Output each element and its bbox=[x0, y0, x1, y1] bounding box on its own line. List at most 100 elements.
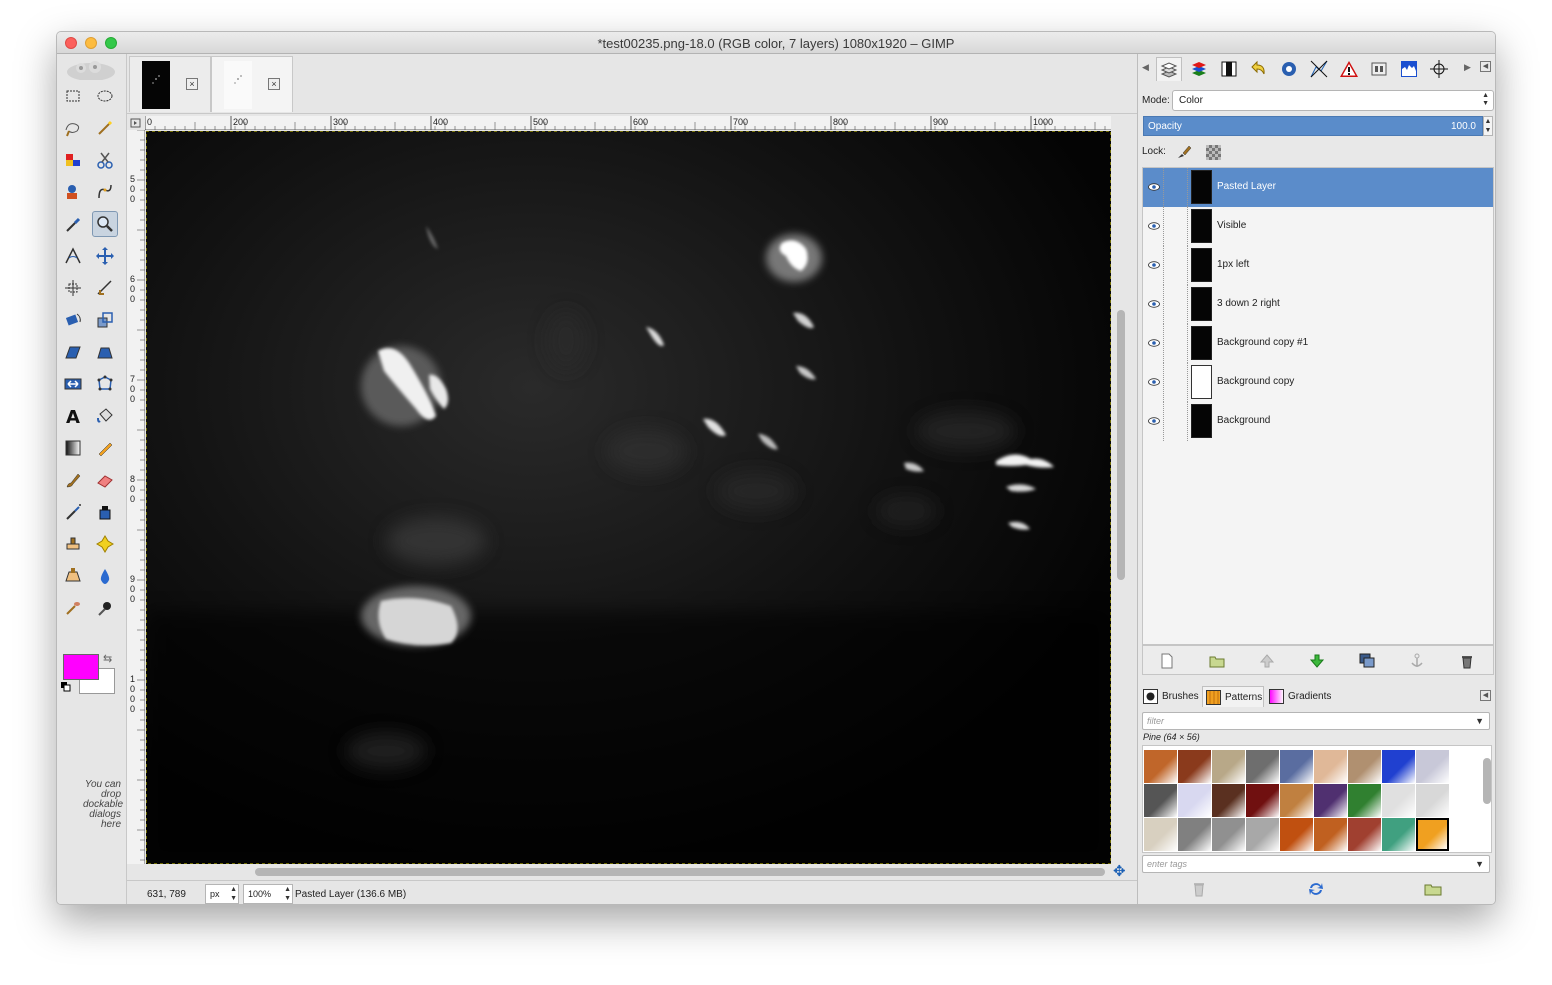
horizontal-scrollbar[interactable] bbox=[145, 866, 1111, 878]
pattern-swatch[interactable] bbox=[1348, 784, 1381, 817]
pattern-swatch[interactable] bbox=[1382, 818, 1415, 851]
lower-layer-button[interactable] bbox=[1307, 651, 1327, 671]
tab-pointer[interactable] bbox=[1276, 57, 1302, 81]
pattern-swatch[interactable] bbox=[1314, 818, 1347, 851]
flip-tool[interactable] bbox=[60, 371, 86, 397]
perspective-tool[interactable] bbox=[92, 339, 118, 365]
eye-icon[interactable] bbox=[1148, 261, 1160, 269]
pattern-swatch[interactable] bbox=[1280, 818, 1313, 851]
pattern-swatch[interactable] bbox=[1144, 784, 1177, 817]
pattern-swatch[interactable] bbox=[1212, 784, 1245, 817]
tab-menu-icon[interactable]: ◀ bbox=[1480, 690, 1491, 701]
eye-icon[interactable] bbox=[1148, 339, 1160, 347]
link-column[interactable] bbox=[1163, 246, 1164, 285]
link-column[interactable] bbox=[1163, 207, 1164, 246]
pattern-swatch[interactable] bbox=[1246, 784, 1279, 817]
pencil-tool[interactable] bbox=[92, 435, 118, 461]
close-tab-icon[interactable]: × bbox=[268, 78, 280, 90]
tab-device-status[interactable] bbox=[1366, 57, 1392, 81]
layer-row[interactable]: Background bbox=[1143, 402, 1493, 441]
pattern-swatch[interactable] bbox=[1246, 750, 1279, 783]
refresh-patterns-icon[interactable] bbox=[1307, 880, 1325, 898]
spin-arrows-icon[interactable]: ▲ ▼ bbox=[230, 885, 237, 903]
pattern-swatch[interactable] bbox=[1280, 750, 1313, 783]
pattern-swatch[interactable] bbox=[1382, 750, 1415, 783]
scroll-thumb[interactable] bbox=[1117, 310, 1125, 580]
lock-pixels-icon[interactable] bbox=[1176, 144, 1192, 160]
perspective-clone-tool[interactable] bbox=[60, 563, 86, 589]
scissors-select-tool[interactable] bbox=[92, 147, 118, 173]
pattern-swatch[interactable] bbox=[1416, 784, 1449, 817]
ellipse-select-tool[interactable] bbox=[92, 83, 118, 109]
link-column[interactable] bbox=[1163, 285, 1164, 324]
pattern-swatch[interactable] bbox=[1212, 818, 1245, 851]
pattern-swatch[interactable] bbox=[1416, 750, 1449, 783]
layer-row[interactable]: Background copy #1 bbox=[1143, 324, 1493, 363]
layer-row[interactable]: 1px left bbox=[1143, 246, 1493, 285]
swap-colors-icon[interactable]: ⇆ bbox=[103, 652, 112, 665]
pattern-swatch[interactable] bbox=[1314, 784, 1347, 817]
pattern-swatch[interactable] bbox=[1212, 750, 1245, 783]
fuzzy-select-tool[interactable] bbox=[92, 115, 118, 141]
bucket-fill-tool[interactable] bbox=[92, 403, 118, 429]
pattern-swatch[interactable] bbox=[1246, 818, 1279, 851]
layer-row[interactable]: Pasted Layer bbox=[1143, 168, 1493, 207]
pattern-swatch[interactable] bbox=[1280, 784, 1313, 817]
mode-select[interactable]: Color ▲ ▼ bbox=[1172, 90, 1494, 111]
new-layer-group-button[interactable] bbox=[1207, 651, 1227, 671]
image-tab-test00235[interactable]: × bbox=[129, 56, 211, 112]
tab-brushes[interactable]: Brushes bbox=[1140, 686, 1202, 707]
ink-tool[interactable] bbox=[92, 499, 118, 525]
link-column[interactable] bbox=[1163, 168, 1164, 207]
pattern-swatch[interactable] bbox=[1178, 750, 1211, 783]
layer-row[interactable]: 3 down 2 right bbox=[1143, 285, 1493, 324]
layer-row[interactable]: Background copy bbox=[1143, 363, 1493, 402]
open-as-image-icon[interactable] bbox=[1424, 880, 1442, 898]
free-select-tool[interactable] bbox=[60, 115, 86, 141]
move-tool[interactable] bbox=[92, 243, 118, 269]
rect-select-tool[interactable] bbox=[60, 83, 86, 109]
foreground-color-swatch[interactable] bbox=[63, 654, 99, 680]
scale-tool[interactable] bbox=[92, 307, 118, 333]
shear-tool[interactable] bbox=[60, 339, 86, 365]
unit-selector[interactable]: px ▲ ▼ bbox=[205, 884, 239, 904]
clone-tool[interactable] bbox=[60, 531, 86, 557]
tags-input[interactable]: enter tags ▼ bbox=[1142, 855, 1490, 873]
paintbrush-tool[interactable] bbox=[60, 467, 86, 493]
tab-scroll-left-icon[interactable]: ◀ bbox=[1142, 62, 1149, 73]
gradient-tool[interactable] bbox=[60, 435, 86, 461]
smudge-tool[interactable] bbox=[60, 595, 86, 621]
zoom-selector[interactable]: 100% ▲ ▼ bbox=[243, 884, 293, 904]
rotate-tool[interactable] bbox=[60, 307, 86, 333]
tab-error-console[interactable] bbox=[1336, 57, 1362, 81]
layer-row[interactable]: Visible bbox=[1143, 207, 1493, 246]
heal-tool[interactable] bbox=[92, 531, 118, 557]
pattern-swatch[interactable] bbox=[1178, 818, 1211, 851]
pattern-swatch[interactable] bbox=[1144, 750, 1177, 783]
align-tool[interactable] bbox=[60, 275, 86, 301]
tab-histogram[interactable] bbox=[1396, 57, 1422, 81]
image-canvas[interactable] bbox=[146, 131, 1111, 864]
anchor-layer-button[interactable] bbox=[1407, 651, 1427, 671]
default-colors-icon[interactable] bbox=[61, 682, 71, 692]
tab-navigation[interactable] bbox=[1426, 57, 1452, 81]
quick-mask-corner[interactable] bbox=[127, 116, 145, 130]
link-column[interactable] bbox=[1163, 324, 1164, 363]
dodge-burn-tool[interactable] bbox=[92, 595, 118, 621]
link-column[interactable] bbox=[1163, 363, 1164, 402]
tab-menu-icon[interactable]: ◀ bbox=[1480, 61, 1491, 72]
vertical-scrollbar[interactable] bbox=[1115, 130, 1127, 866]
crop-tool[interactable] bbox=[92, 275, 118, 301]
spin-arrows-icon[interactable]: ▲ ▼ bbox=[284, 885, 291, 903]
eraser-tool[interactable] bbox=[92, 467, 118, 493]
tab-channels[interactable] bbox=[1186, 57, 1212, 81]
tab-scroll-right-icon[interactable]: ▶ bbox=[1464, 62, 1471, 73]
close-tab-icon[interactable]: × bbox=[186, 78, 198, 90]
text-tool[interactable]: A bbox=[60, 403, 86, 429]
pattern-swatch[interactable] bbox=[1348, 750, 1381, 783]
eye-icon[interactable] bbox=[1148, 300, 1160, 308]
eye-icon[interactable] bbox=[1148, 378, 1160, 386]
color-picker-tool[interactable] bbox=[60, 211, 86, 237]
by-color-select-tool[interactable] bbox=[60, 147, 86, 173]
link-column[interactable] bbox=[1163, 402, 1164, 441]
